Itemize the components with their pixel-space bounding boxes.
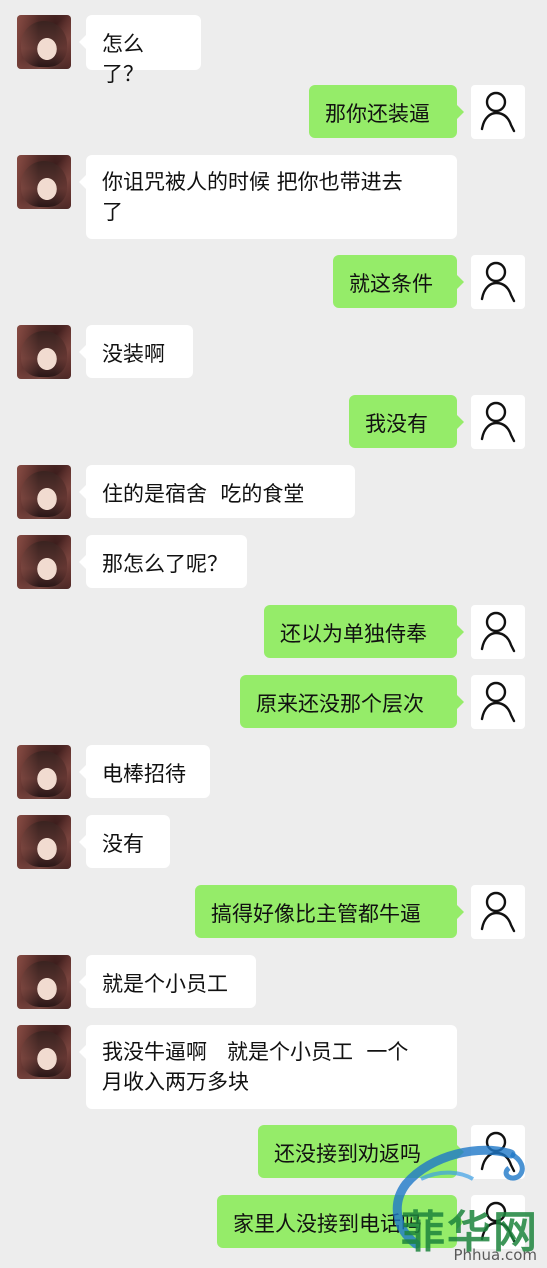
message-bubble[interactable]: 我没有 bbox=[349, 395, 464, 448]
message-bubble[interactable]: 那你还装逼 bbox=[309, 85, 464, 138]
person-outline-icon[interactable] bbox=[471, 395, 525, 449]
incoming-message: 就是个小员工 bbox=[0, 955, 547, 1009]
message-bubble[interactable]: 还没接到劝返吗 bbox=[258, 1125, 464, 1178]
message-bubble[interactable]: 怎么了？ bbox=[79, 15, 201, 86]
incoming-message: 那怎么了呢？ bbox=[0, 535, 547, 589]
incoming-message: 你诅咒被人的时候 把你也带进去 了 bbox=[0, 155, 547, 239]
message-bubble[interactable]: 家里人没接到电话吗 bbox=[217, 1195, 464, 1248]
contact-avatar[interactable] bbox=[17, 15, 71, 69]
message-bubble[interactable]: 我没牛逼啊 就是个小员工 一个 月收入两万多块 bbox=[79, 1025, 457, 1109]
incoming-message: 没装啊 bbox=[0, 325, 547, 379]
message-bubble[interactable]: 就这条件 bbox=[333, 255, 464, 308]
contact-avatar[interactable] bbox=[17, 745, 71, 799]
incoming-message: 电棒招待 bbox=[0, 745, 547, 799]
message-bubble[interactable]: 没装啊 bbox=[79, 325, 193, 378]
message-bubble[interactable]: 没有 bbox=[79, 815, 170, 868]
outgoing-message: 我没有 bbox=[0, 395, 547, 449]
incoming-message: 住的是宿舍 吃的食堂 bbox=[0, 465, 547, 519]
person-outline-icon[interactable] bbox=[471, 1125, 525, 1179]
outgoing-message: 搞得好像比主管都牛逼 bbox=[0, 885, 547, 939]
contact-avatar[interactable] bbox=[17, 155, 71, 209]
person-outline-icon[interactable] bbox=[471, 85, 525, 139]
contact-avatar[interactable] bbox=[17, 955, 71, 1009]
incoming-message: 没有 bbox=[0, 815, 547, 869]
person-outline-icon[interactable] bbox=[471, 605, 525, 659]
contact-avatar[interactable] bbox=[17, 1025, 71, 1079]
contact-avatar[interactable] bbox=[17, 325, 71, 379]
person-outline-icon[interactable] bbox=[471, 885, 525, 939]
message-bubble[interactable]: 住的是宿舍 吃的食堂 bbox=[79, 465, 355, 518]
message-bubble[interactable]: 那怎么了呢？ bbox=[79, 535, 247, 588]
person-outline-icon[interactable] bbox=[471, 255, 525, 309]
contact-avatar[interactable] bbox=[17, 535, 71, 589]
contact-avatar[interactable] bbox=[17, 465, 71, 519]
chat-conversation: 怎么了？ 那你还装逼你诅咒被人的时候 把你也带进去 了就这条件没装啊我没有住的是宿… bbox=[0, 0, 547, 1268]
message-bubble[interactable]: 还以为单独侍奉 bbox=[264, 605, 464, 658]
outgoing-message: 还以为单独侍奉 bbox=[0, 605, 547, 659]
message-bubble[interactable]: 就是个小员工 bbox=[79, 955, 256, 1008]
message-bubble[interactable]: 你诅咒被人的时候 把你也带进去 了 bbox=[79, 155, 457, 239]
message-bubble[interactable]: 电棒招待 bbox=[79, 745, 210, 798]
outgoing-message: 原来还没那个层次 bbox=[0, 675, 547, 729]
incoming-message: 我没牛逼啊 就是个小员工 一个 月收入两万多块 bbox=[0, 1025, 547, 1109]
contact-avatar[interactable] bbox=[17, 815, 71, 869]
incoming-message: 怎么了？ bbox=[0, 15, 547, 86]
outgoing-message: 就这条件 bbox=[0, 255, 547, 309]
outgoing-message: 那你还装逼 bbox=[0, 85, 547, 139]
outgoing-message: 还没接到劝返吗 bbox=[0, 1125, 547, 1179]
message-bubble[interactable]: 原来还没那个层次 bbox=[240, 675, 464, 728]
person-outline-icon[interactable] bbox=[471, 675, 525, 729]
message-bubble[interactable]: 搞得好像比主管都牛逼 bbox=[195, 885, 464, 938]
outgoing-message: 家里人没接到电话吗 bbox=[0, 1195, 547, 1249]
person-outline-icon[interactable] bbox=[471, 1195, 525, 1249]
